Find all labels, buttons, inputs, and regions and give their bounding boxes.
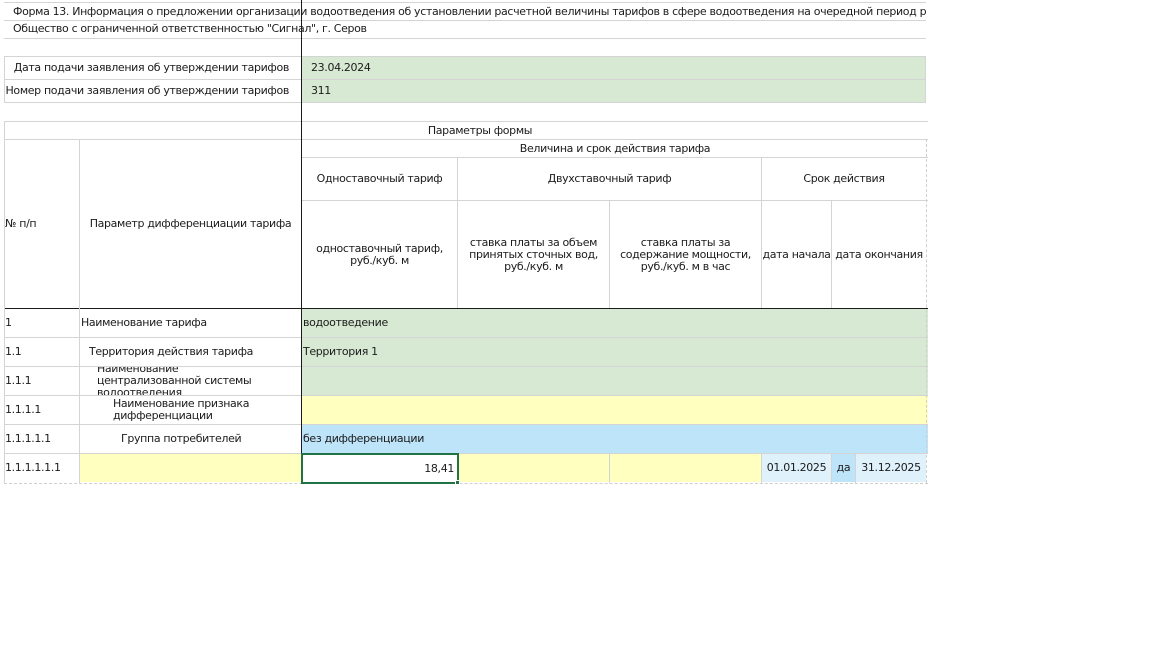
data-row-label-field[interactable] (81, 454, 300, 482)
differentiation-feature-field[interactable] (303, 396, 925, 424)
form-params-header: Параметры формы (427, 123, 533, 137)
single-rate-subheader: одноставочный тариф, руб./куб. м (316, 241, 443, 267)
application-date-label: Дата подачи заявления об утверждении тар… (13, 61, 290, 74)
single-rate-header: Одноставочный тариф (316, 172, 443, 185)
validity-header: Срок действия (803, 172, 885, 185)
start-date-header: дата начала (762, 247, 831, 261)
open-ended-flag[interactable]: да (832, 454, 855, 482)
application-number-label: Номер подачи заявления об утверждении та… (5, 84, 290, 97)
capacity-rate-header: ставка платы за содержание мощности, руб… (620, 235, 751, 273)
organization-name: Общество с ограниченной ответственностью… (13, 22, 367, 35)
cell-selection-frame (301, 453, 459, 484)
row-number: 1.1 (5, 345, 22, 358)
row-number: 1.1.1.1.1 (5, 432, 51, 445)
data-row-number: 1.1.1.1.1.1 (5, 461, 61, 474)
tariff-name-field[interactable]: водоотведение (303, 309, 925, 337)
row-number: 1.1.1.1 (5, 403, 42, 416)
start-date-field[interactable]: 01.01.2025 (762, 454, 831, 482)
end-date-header: дата окончания (835, 247, 923, 261)
row-label: Территория действия тарифа (89, 345, 254, 358)
col-number-header: № п/п (5, 217, 37, 230)
consumer-group-field[interactable]: без дифференциации (303, 425, 925, 453)
volume-rate-header: ставка платы за объем принятых сточных в… (469, 235, 598, 273)
col-param-header: Параметр дифференциации тарифа (89, 217, 292, 230)
value-and-term-header: Величина и срок действия тарифа (519, 141, 711, 155)
row-number: 1.1.1 (5, 374, 32, 387)
row-number: 1 (5, 316, 12, 329)
capacity-rate-value-field[interactable] (610, 454, 761, 482)
row-label: Наименование централизованной системы во… (97, 367, 252, 395)
row-label: Группа потребителей (121, 432, 242, 445)
end-date-field[interactable]: 31.12.2025 (856, 454, 926, 482)
volume-rate-value-field[interactable] (459, 454, 609, 482)
row-label: Наименование тарифа (81, 316, 207, 329)
row-label: Наименование признака дифференциации (113, 397, 250, 422)
application-number-field[interactable]: 311 (302, 80, 925, 102)
territory-field[interactable]: Территория 1 (303, 338, 925, 366)
system-name-field[interactable] (303, 367, 925, 395)
two-rate-header: Двухставочный тариф (547, 172, 672, 185)
application-date-field[interactable]: 23.04.2024 (302, 57, 925, 79)
form-title: Форма 13. Информация о предложении орган… (13, 4, 926, 18)
